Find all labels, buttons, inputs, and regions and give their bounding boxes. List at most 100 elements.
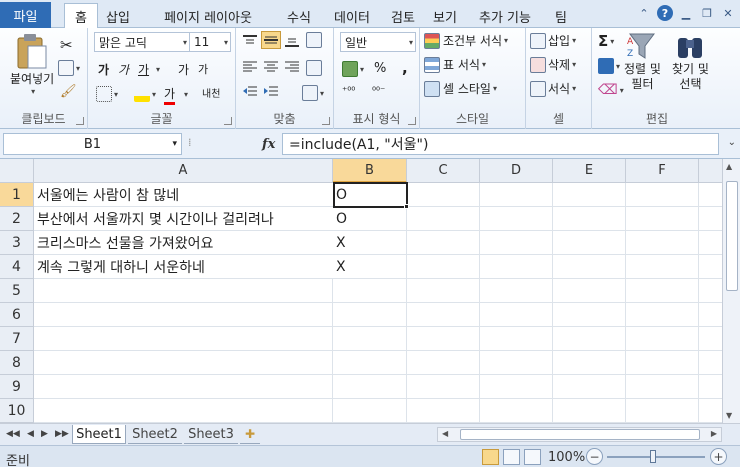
cell-d2[interactable] — [480, 207, 553, 231]
cell-e3[interactable] — [553, 231, 626, 255]
cell-e8[interactable] — [553, 351, 626, 375]
cell-d3[interactable] — [480, 231, 553, 255]
accounting-format-icon[interactable]: ▾ — [342, 61, 364, 77]
increase-decimal-icon[interactable]: ⁺⁰⁰ — [342, 86, 355, 97]
cell-d9[interactable] — [480, 375, 553, 399]
autosum-button[interactable]: Σ ▾ — [598, 32, 614, 50]
paste-button[interactable]: 붙여넣기 ▾ — [10, 32, 54, 96]
cell-b10[interactable] — [333, 399, 407, 423]
cell-f8[interactable] — [626, 351, 699, 375]
tab-addins[interactable]: 추가 기능 — [469, 4, 541, 28]
cell-c10[interactable] — [407, 399, 480, 423]
window-minimize-icon[interactable]: ▁ — [678, 5, 694, 21]
minimize-ribbon-icon[interactable]: ⌃ — [636, 5, 652, 21]
zoom-level[interactable]: 100% — [548, 450, 585, 465]
fill-button[interactable]: ▾ — [598, 58, 620, 74]
format-painter-icon[interactable]: 🖌 — [60, 84, 77, 99]
select-all-corner[interactable] — [0, 159, 34, 183]
cell-e7[interactable] — [553, 327, 626, 351]
sheet-tab-2[interactable]: Sheet2 — [128, 425, 182, 444]
scroll-right-icon[interactable]: ▶ — [711, 429, 717, 438]
column-header-a[interactable]: A — [34, 159, 333, 183]
tab-formulas[interactable]: 수식 — [281, 4, 317, 28]
align-center-icon[interactable] — [263, 60, 279, 74]
scroll-left-icon[interactable]: ◀ — [442, 429, 448, 438]
cell-f2[interactable] — [626, 207, 699, 231]
help-icon[interactable]: ? — [657, 5, 673, 21]
italic-button[interactable]: 가 — [118, 61, 129, 78]
comma-button[interactable]: , — [402, 59, 408, 77]
cell-e4[interactable] — [553, 255, 626, 279]
first-sheet-icon[interactable]: ◀◀ — [6, 429, 20, 439]
cell-g3[interactable] — [699, 231, 722, 255]
delete-cells-button[interactable]: 삭제 ▾ — [530, 56, 576, 73]
cell-c6[interactable] — [407, 303, 480, 327]
row-header-5[interactable]: 5 — [0, 279, 34, 303]
cell-d4[interactable] — [480, 255, 553, 279]
window-close-icon[interactable]: ✕ — [720, 5, 736, 21]
number-launcher-icon[interactable] — [408, 117, 416, 125]
row-header-2[interactable]: 2 — [0, 207, 34, 231]
cell-g4[interactable] — [699, 255, 722, 279]
row-header-6[interactable]: 6 — [0, 303, 34, 327]
grow-font-button[interactable]: 가 — [178, 61, 189, 78]
font-color-button[interactable]: 가 — [164, 85, 176, 105]
align-right-icon[interactable] — [284, 60, 300, 74]
tab-page-layout[interactable]: 페이지 레이아웃 — [144, 4, 272, 28]
prev-sheet-icon[interactable]: ◀ — [27, 429, 34, 439]
cell-c9[interactable] — [407, 375, 480, 399]
insert-sheet-icon[interactable]: ✚ — [240, 425, 260, 444]
cell-b2[interactable]: O — [333, 207, 407, 231]
normal-view-icon[interactable] — [482, 449, 499, 465]
cell-g8[interactable] — [699, 351, 722, 375]
page-break-view-icon[interactable] — [524, 449, 541, 465]
cell-d1[interactable] — [480, 183, 553, 207]
cell-g6[interactable] — [699, 303, 722, 327]
conditional-format-button[interactable]: 조건부 서식 ▾ — [424, 32, 508, 49]
wrap-text-icon[interactable] — [306, 60, 322, 76]
tab-team[interactable]: 팀 — [549, 4, 573, 28]
next-sheet-icon[interactable]: ▶ — [41, 429, 48, 439]
column-header-f[interactable]: F — [626, 159, 699, 183]
last-sheet-icon[interactable]: ▶▶ — [55, 429, 69, 439]
cut-icon[interactable]: ✂ — [60, 36, 73, 54]
font-launcher-icon[interactable] — [224, 117, 232, 125]
format-cells-button[interactable]: 서식 ▾ — [530, 80, 576, 97]
clipboard-launcher-icon[interactable] — [76, 117, 84, 125]
underline-button[interactable]: 가 — [138, 61, 149, 78]
cell-f6[interactable] — [626, 303, 699, 327]
cell-c8[interactable] — [407, 351, 480, 375]
zoom-slider-thumb[interactable] — [650, 450, 656, 463]
cell-c4[interactable] — [407, 255, 480, 279]
cell-a8[interactable] — [34, 351, 333, 375]
cell-a7[interactable] — [34, 327, 333, 351]
merge-center-icon[interactable]: ▾ — [302, 85, 324, 101]
row-header-3[interactable]: 3 — [0, 231, 34, 255]
cell-b5[interactable] — [333, 279, 407, 303]
cell-d6[interactable] — [480, 303, 553, 327]
fill-color-button[interactable]: ▾ — [134, 86, 156, 102]
row-header-4[interactable]: 4 — [0, 255, 34, 279]
cell-a4[interactable]: 계속 그렇게 대하니 서운하네 — [34, 255, 333, 279]
clear-button[interactable]: ⌫ ▾ — [598, 82, 624, 98]
cell-e9[interactable] — [553, 375, 626, 399]
number-format-combo[interactable]: 일반 ▾ — [340, 32, 416, 52]
cell-a5[interactable] — [34, 279, 333, 303]
fill-handle[interactable] — [404, 204, 409, 209]
cell-a3[interactable]: 크리스마스 선물을 가져왔어요 — [34, 231, 333, 255]
cell-c3[interactable] — [407, 231, 480, 255]
align-left-icon[interactable] — [242, 60, 258, 74]
align-bottom-icon[interactable] — [284, 34, 300, 48]
tab-view[interactable]: 보기 — [428, 4, 462, 28]
insert-function-icon[interactable]: fx — [262, 137, 275, 152]
tab-insert[interactable]: 삽입 — [101, 4, 135, 28]
phonetic-button[interactable]: 내천 — [202, 85, 220, 100]
alignment-launcher-icon[interactable] — [322, 117, 330, 125]
chevron-down-icon[interactable]: ▾ — [172, 139, 177, 149]
cell-a2[interactable]: 부산에서 서울까지 몇 시간이나 걸리려나 — [34, 207, 333, 231]
cell-g1[interactable] — [699, 183, 722, 207]
zoom-out-icon[interactable]: − — [586, 448, 603, 465]
align-top-icon[interactable] — [242, 34, 258, 48]
decrease-indent-icon[interactable] — [242, 85, 258, 99]
cell-d10[interactable] — [480, 399, 553, 423]
